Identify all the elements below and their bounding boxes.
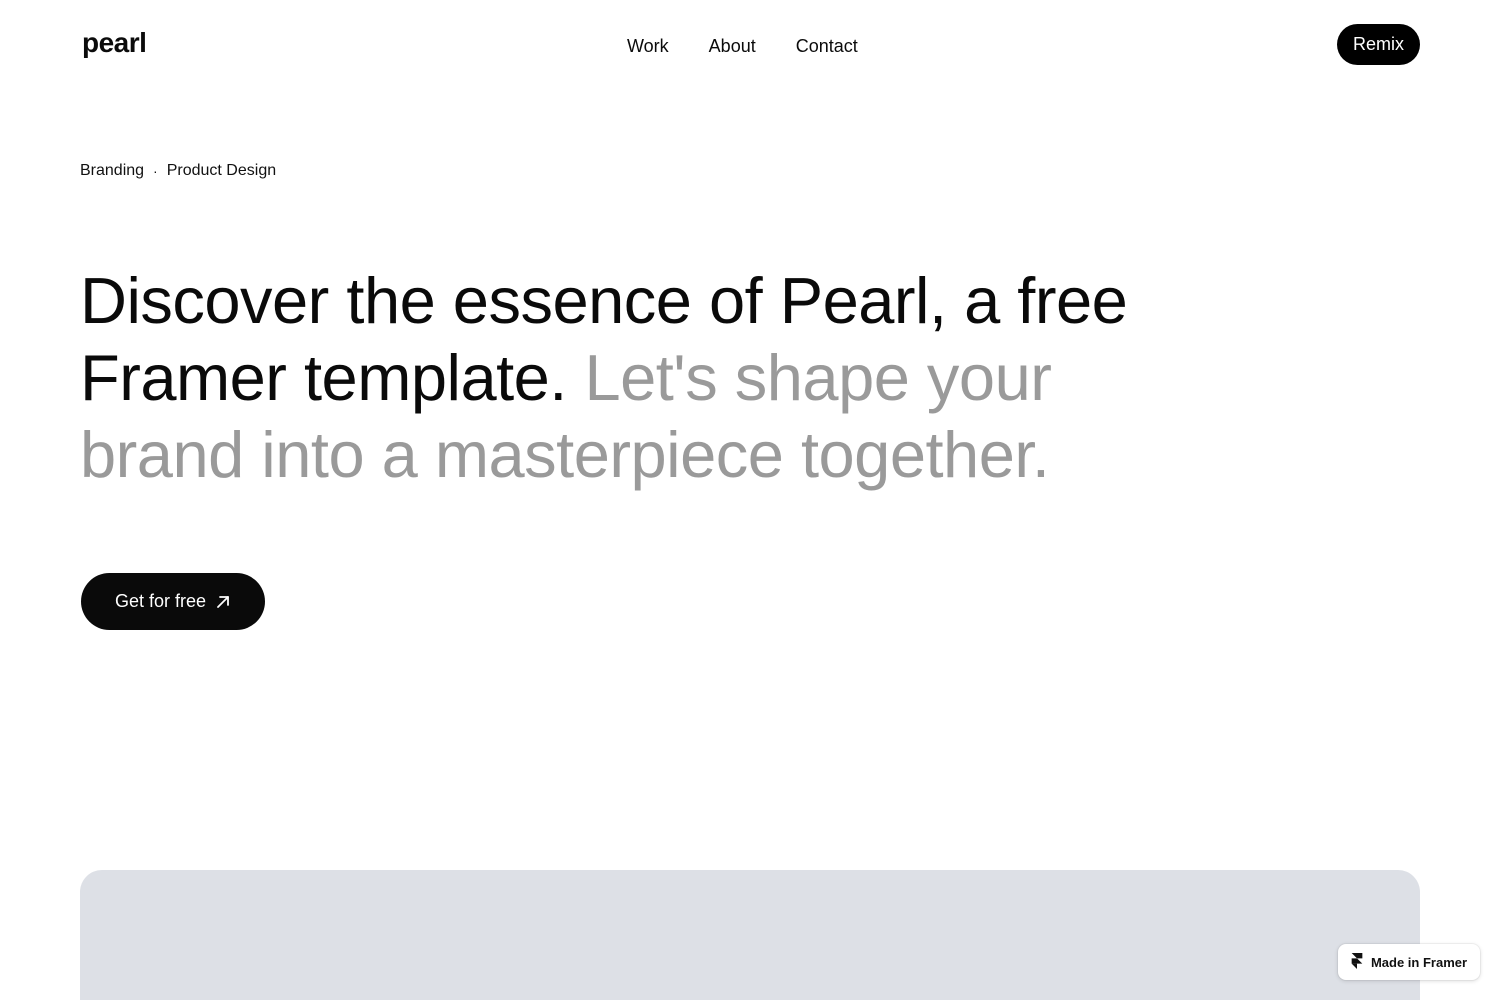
remix-button[interactable]: Remix — [1337, 24, 1420, 65]
nav-item-about[interactable]: About — [709, 34, 756, 58]
get-for-free-button[interactable]: Get for free — [81, 573, 265, 630]
tag-separator: · — [153, 163, 158, 179]
tag-branding: Branding — [80, 162, 145, 179]
nav-item-work[interactable]: Work — [627, 34, 669, 58]
tag-product-design: Product Design — [166, 162, 277, 179]
page: pearl Work About Contact Remix Branding … — [0, 0, 1500, 1000]
logo[interactable]: pearl — [82, 27, 147, 59]
nav-item-contact[interactable]: Contact — [796, 34, 858, 58]
cta-label: Get for free — [114, 591, 207, 611]
category-tags: Branding · Product Design — [80, 160, 276, 182]
arrow-up-right-icon — [215, 594, 231, 610]
badge-label: Made in Framer — [1370, 954, 1468, 970]
framer-logo-icon — [1351, 952, 1363, 972]
hero-image-panel — [80, 870, 1420, 1000]
made-in-framer-badge[interactable]: Made in Framer — [1338, 944, 1480, 980]
main-nav: Work About Contact — [627, 34, 858, 58]
hero-headline: Discover the essence of Pearl, a free Fr… — [80, 262, 1230, 493]
